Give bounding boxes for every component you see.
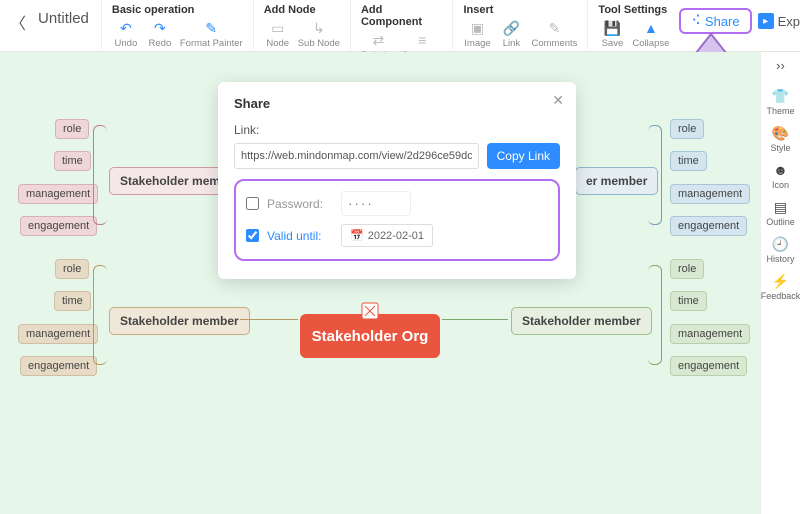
export-button[interactable]: ▸ Export [758,13,800,29]
theme-icon: 👕 [771,87,789,105]
toolbar-group-label: Tool Settings [598,4,669,16]
feedback-icon: ⚡ [772,272,790,290]
tag-node[interactable]: engagement [20,216,97,236]
sidebar-style[interactable]: 🎨Style [770,124,790,153]
style-icon: 🎨 [771,124,789,142]
share-link-input[interactable] [234,143,479,169]
node-icon: ▭ [269,19,287,37]
save-icon: 💾 [603,19,621,37]
image-icon: ▣ [468,19,486,37]
tag-node[interactable]: time [670,291,707,311]
tag-node[interactable]: engagement [20,356,97,376]
toolbar-group-toolsettings: Tool Settings 💾Save ▲Collapse [587,0,679,49]
valid-until-picker[interactable]: 📅 2022-02-01 [341,224,433,247]
center-node[interactable]: Stakeholder Org [300,314,440,358]
redo-icon: ↷ [151,19,169,37]
password-input[interactable] [341,191,411,216]
tag-node[interactable]: management [670,184,750,204]
tag-node[interactable]: role [670,119,704,139]
sidebar-icon[interactable]: ☻Icon [772,161,790,190]
connector [93,265,107,365]
tag-node[interactable]: role [55,259,89,279]
tag-node[interactable]: time [54,291,91,311]
share-modal: ✕ Share Link: Copy Link Password: Valid … [218,82,576,279]
modal-title: Share [234,96,560,111]
export-label: Export [778,14,800,29]
center-label: Stakeholder Org [312,328,429,345]
undo-button[interactable]: ↶Undo [112,19,140,49]
icon-icon: ☻ [772,161,790,179]
valid-until-checkbox[interactable] [246,229,259,242]
calendar-icon: 📅 [350,229,364,242]
format-painter-button[interactable]: ✎Format Painter [180,19,243,49]
valid-until-label: Valid until: [267,229,333,243]
member-node[interactable]: Stakeholder member [109,307,250,335]
relation-icon: ⇄ [369,31,387,49]
tag-node[interactable]: management [18,324,98,344]
toolbar-group-insert: Insert ▣Image 🔗Link ✎Comments [452,0,587,49]
tag-node[interactable]: role [670,259,704,279]
toolbar-group-label: Add Component [361,4,443,28]
toolbar-group-label: Add Node [264,4,340,16]
tag-node[interactable]: engagement [670,356,747,376]
history-icon: 🕘 [771,235,789,253]
link-label: Link: [234,123,560,137]
comments-button[interactable]: ✎Comments [531,19,577,49]
member-node[interactable]: Stakeholder member [511,307,652,335]
close-button[interactable]: ✕ [552,92,564,109]
tag-node[interactable]: engagement [670,216,747,236]
tag-node[interactable]: time [670,151,707,171]
sidebar-history[interactable]: 🕘History [766,235,794,264]
tag-icon [361,302,379,320]
connector [648,265,662,365]
outline-icon: ▤ [772,198,790,216]
tag-node[interactable]: time [54,151,91,171]
connector [648,125,662,225]
share-options-highlight: Password: Valid until: 📅 2022-02-01 [234,179,560,261]
sidebar-feedback[interactable]: ⚡Feedback [761,272,800,301]
sidebar-theme[interactable]: 👕Theme [766,87,794,116]
tag-node[interactable]: management [18,184,98,204]
document-title[interactable]: Untitled [30,0,101,27]
sidebar-outline[interactable]: ▤Outline [766,198,795,227]
subnode-button[interactable]: ↳Sub Node [298,19,340,49]
right-sidebar: ›› 👕Theme 🎨Style ☻Icon ▤Outline 🕘History… [760,52,800,514]
share-label: Share [705,14,740,29]
comments-icon: ✎ [545,19,563,37]
export-icon: ▸ [758,13,774,29]
link-icon: 🔗 [502,19,520,37]
connector [442,319,508,320]
undo-icon: ↶ [117,19,135,37]
collapse-icon: ▲ [642,19,660,37]
brush-icon: ✎ [202,19,220,37]
save-button[interactable]: 💾Save [598,19,626,49]
node-button[interactable]: ▭Node [264,19,292,49]
sidebar-collapse-button[interactable]: ›› [776,58,785,73]
toolbar-group-addnode: Add Node ▭Node ↳Sub Node [253,0,350,49]
share-button[interactable]: ⠪ Share [679,8,751,34]
link-button[interactable]: 🔗Link [497,19,525,49]
summary-icon: ≡ [413,31,431,49]
copy-link-button[interactable]: Copy Link [487,143,560,169]
back-button[interactable]: 〈 [6,0,30,34]
connector [93,125,107,225]
share-icon: ⠪ [691,13,701,29]
tag-node[interactable]: management [670,324,750,344]
tag-node[interactable]: role [55,119,89,139]
collapse-button[interactable]: ▲Collapse [632,19,669,49]
password-checkbox[interactable] [246,197,259,210]
toolbar-group-label: Insert [463,4,577,16]
toolbar-group-label: Basic operation [112,4,243,16]
subnode-icon: ↳ [310,19,328,37]
valid-until-value: 2022-02-01 [368,230,424,242]
password-label: Password: [267,197,333,211]
toolbar-group-basic: Basic operation ↶Undo ↷Redo ✎Format Pain… [101,0,253,49]
redo-button[interactable]: ↷Redo [146,19,174,49]
image-button[interactable]: ▣Image [463,19,491,49]
member-node[interactable]: er member [575,167,658,195]
connector [240,319,298,320]
